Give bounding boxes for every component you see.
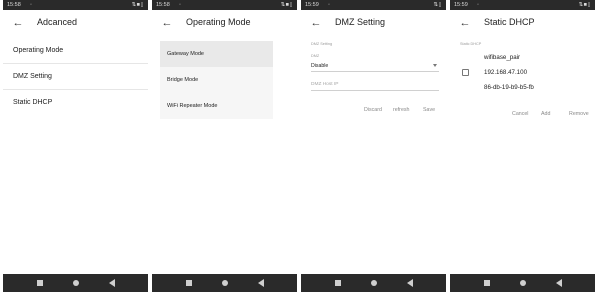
app-bar: ← Operating Mode: [152, 10, 297, 38]
back-arrow-icon[interactable]: ←: [160, 16, 174, 30]
home-circle-icon[interactable]: [73, 280, 79, 286]
system-nav-bar: [152, 274, 297, 292]
phone-screen-operating-mode: 15:58 ◦ ⇅■▯ ← Operating Mode Gateway Mod…: [152, 0, 297, 292]
home-circle-icon[interactable]: [222, 280, 228, 286]
section-label: Static DHCP: [460, 42, 482, 46]
status-indicator: ◦: [179, 2, 181, 8]
phone-screen-static-dhcp: 15:59 ◦ ⇅■▯ ← Static DHCP Static DHCP wi…: [450, 0, 595, 292]
recents-square-icon[interactable]: [484, 280, 490, 286]
page-title: DMZ Setting: [335, 17, 386, 27]
back-triangle-icon[interactable]: [258, 279, 264, 287]
status-bar: 15:58 ◦ ⇅■▯: [3, 0, 148, 10]
chevron-down-icon: [433, 64, 437, 67]
back-arrow-icon[interactable]: ←: [11, 16, 25, 30]
dhcp-entry-mac: 86-db-19-b9-b5-fb: [484, 84, 534, 91]
status-bar: 15:59 ◦ ⇅■▯: [450, 0, 595, 10]
add-button[interactable]: Add: [541, 111, 550, 117]
remove-button[interactable]: Remove: [569, 111, 589, 117]
system-status-icons: ⇅▯: [433, 2, 442, 8]
discard-button[interactable]: Discard: [364, 107, 382, 113]
app-bar: ← Static DHCP: [450, 10, 595, 38]
back-triangle-icon[interactable]: [407, 279, 413, 287]
menu-item-static-dhcp[interactable]: Static DHCP: [3, 90, 148, 116]
cancel-button[interactable]: Cancel: [512, 111, 529, 117]
refresh-button[interactable]: refresh: [393, 107, 410, 113]
dmz-host-ip-input[interactable]: DMZ Host IP: [311, 79, 439, 91]
system-nav-bar: [450, 274, 595, 292]
page-title: Adcanced: [37, 17, 78, 27]
home-circle-icon[interactable]: [520, 280, 526, 286]
dhcp-entry-name: wifibase_pair: [484, 54, 521, 61]
system-status-icons: ⇅■▯: [280, 2, 293, 8]
menu-item-dmz-setting[interactable]: DMZ Setting: [3, 64, 148, 90]
recents-square-icon[interactable]: [335, 280, 341, 286]
status-time: 15:59: [305, 2, 319, 8]
status-time: 15:58: [7, 2, 21, 8]
mode-list: Gateway Mode Bridge Mode WiFi Repeater M…: [160, 41, 273, 119]
app-bar: ← Adcanced: [3, 10, 148, 38]
dhcp-entry-checkbox[interactable]: [462, 69, 469, 76]
mode-option-wifi-repeater[interactable]: WiFi Repeater Mode: [160, 93, 273, 119]
dhcp-entry-ip: 192.168.47.100: [484, 69, 528, 76]
recents-square-icon[interactable]: [37, 280, 43, 286]
status-indicator: ◦: [30, 2, 32, 8]
status-indicator: ◦: [477, 2, 479, 8]
section-label: DMZ Setting: [311, 42, 333, 46]
dmz-select-value: Disable: [311, 63, 329, 69]
system-nav-bar: [3, 274, 148, 292]
mode-option-gateway[interactable]: Gateway Mode: [160, 41, 273, 67]
system-status-icons: ⇅■▯: [578, 2, 591, 8]
back-arrow-icon[interactable]: ←: [458, 16, 472, 30]
back-triangle-icon[interactable]: [556, 279, 562, 287]
recents-square-icon[interactable]: [186, 280, 192, 286]
phone-screen-dmz-setting: 15:59 ◦ ⇅▯ ← DMZ Setting DMZ Setting DMZ…: [301, 0, 446, 292]
save-button[interactable]: Save: [423, 107, 435, 113]
status-indicator: ◦: [328, 2, 330, 8]
page-title: Operating Mode: [186, 17, 251, 27]
dmz-select[interactable]: Disable: [311, 60, 439, 72]
system-nav-bar: [301, 274, 446, 292]
back-arrow-icon[interactable]: ←: [309, 16, 323, 30]
system-status-icons: ⇅■▯: [131, 2, 144, 8]
status-bar: 15:58 ◦ ⇅■▯: [152, 0, 297, 10]
page-title: Static DHCP: [484, 17, 535, 27]
app-bar: ← DMZ Setting: [301, 10, 446, 38]
phone-screen-advanced: 15:58 ◦ ⇅■▯ ← Adcanced Operating Mode DM…: [3, 0, 148, 292]
status-time: 15:58: [156, 2, 170, 8]
mode-option-bridge[interactable]: Bridge Mode: [160, 67, 273, 93]
status-bar: 15:59 ◦ ⇅▯: [301, 0, 446, 10]
menu-item-operating-mode[interactable]: Operating Mode: [3, 38, 148, 64]
status-time: 15:59: [454, 2, 468, 8]
back-triangle-icon[interactable]: [109, 279, 115, 287]
dmz-field-label: DMZ: [311, 54, 320, 58]
home-circle-icon[interactable]: [371, 280, 377, 286]
